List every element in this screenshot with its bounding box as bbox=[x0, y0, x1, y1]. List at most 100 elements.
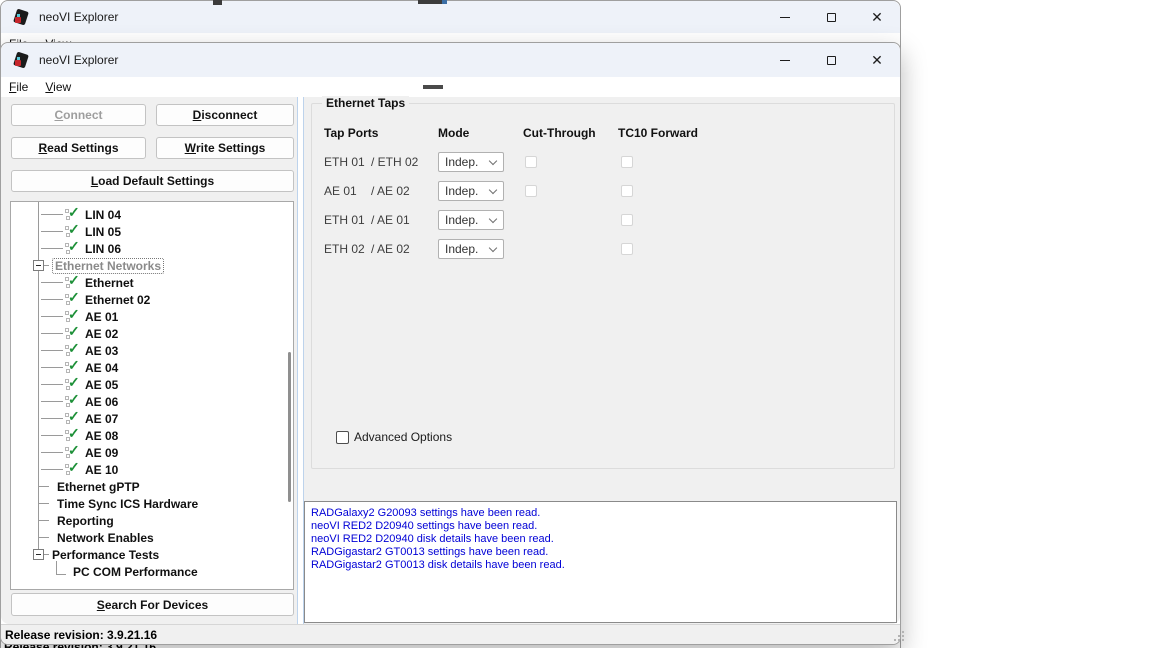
panel-splitter[interactable] bbox=[297, 97, 304, 624]
tc10-forward-checkbox[interactable] bbox=[621, 156, 633, 168]
tree-item-time-sync-ics-hardware[interactable]: Time Sync ICS Hardware bbox=[11, 495, 293, 512]
window-fragment bbox=[442, 0, 447, 4]
cut-through-checkbox[interactable] bbox=[525, 156, 537, 168]
collapse-minus-icon[interactable] bbox=[33, 549, 44, 560]
tree-item-lin-04[interactable]: ✓LIN 04 bbox=[11, 206, 293, 223]
network-enabled-check-icon: ✓ bbox=[65, 462, 82, 477]
tree-item-label: LIN 04 bbox=[85, 208, 121, 222]
app-icon bbox=[13, 9, 30, 26]
close-button[interactable]: ✕ bbox=[854, 43, 900, 77]
release-revision-text: Release revision: 3.9.21.16 bbox=[1, 628, 157, 642]
read-settings-button[interactable]: Read Settings bbox=[11, 137, 146, 159]
network-enabled-check-icon: ✓ bbox=[65, 292, 82, 307]
tree-item-ethernet-gptp[interactable]: Ethernet gPTP bbox=[11, 478, 293, 495]
tree-item-label: Performance Tests bbox=[52, 548, 159, 562]
tree-item-ae-02[interactable]: ✓AE 02 bbox=[11, 325, 293, 342]
minimize-button[interactable] bbox=[762, 43, 808, 77]
tree-item-label: AE 02 bbox=[85, 327, 118, 341]
mode-select[interactable]: Indep. bbox=[438, 210, 504, 230]
tap-ports-label: ETH 01/ AE 01 bbox=[324, 213, 410, 227]
tree-item-pc-com-performance[interactable]: PC COM Performance bbox=[11, 563, 293, 580]
tc10-forward-checkbox[interactable] bbox=[621, 243, 633, 255]
tree-item-ethernet-02[interactable]: ✓Ethernet 02 bbox=[11, 291, 293, 308]
tree-item-label: AE 10 bbox=[85, 463, 118, 477]
mode-select[interactable]: Indep. bbox=[438, 181, 504, 201]
tree-item-lin-05[interactable]: ✓LIN 05 bbox=[11, 223, 293, 240]
tree-item-label: Time Sync ICS Hardware bbox=[57, 497, 198, 511]
tree-item-lin-06[interactable]: ✓LIN 06 bbox=[11, 240, 293, 257]
groupbox-title: Ethernet Taps bbox=[322, 96, 409, 110]
tree-item-ethernet-networks[interactable]: Ethernet Networks bbox=[11, 257, 293, 274]
window-fragment bbox=[213, 0, 222, 5]
cut-through-checkbox[interactable] bbox=[525, 185, 537, 197]
load-default-settings-button[interactable]: Load Default Settings bbox=[11, 170, 294, 192]
tree-item-ae-08[interactable]: ✓AE 08 bbox=[11, 427, 293, 444]
tree-item-ae-10[interactable]: ✓AE 10 bbox=[11, 461, 293, 478]
back-titlebar: neoVI Explorer ✕ bbox=[1, 1, 900, 33]
tc10-forward-checkbox[interactable] bbox=[621, 214, 633, 226]
column-header-mode: Mode bbox=[438, 126, 469, 140]
status-bar: Release revision: 3.9.21.16 bbox=[1, 624, 900, 644]
tree-item-ae-05[interactable]: ✓AE 05 bbox=[11, 376, 293, 393]
tap-ports-label: ETH 02/ AE 02 bbox=[324, 242, 410, 256]
left-panel: Connect Disconnect Read Settings Write S… bbox=[1, 97, 297, 624]
tree-item-label: LIN 06 bbox=[85, 242, 121, 256]
advanced-options-checkbox[interactable] bbox=[336, 431, 349, 444]
tree-item-ae-03[interactable]: ✓AE 03 bbox=[11, 342, 293, 359]
mode-select[interactable]: Indep. bbox=[438, 152, 504, 172]
maximize-icon bbox=[827, 13, 836, 22]
tree-item-label: AE 08 bbox=[85, 429, 118, 443]
tap-row-2: AE 01/ AE 02 Indep. bbox=[312, 181, 894, 203]
column-header-cut-through: Cut-Through bbox=[523, 126, 596, 140]
tree-elbow-line bbox=[56, 561, 66, 575]
window-controls: ✕ bbox=[762, 43, 900, 77]
close-button[interactable]: ✕ bbox=[854, 1, 900, 33]
network-enabled-check-icon: ✓ bbox=[65, 411, 82, 426]
tree-item-ae-06[interactable]: ✓AE 06 bbox=[11, 393, 293, 410]
log-line: RADGigastar2 GT0013 settings have been r… bbox=[311, 546, 896, 559]
resize-grip-icon[interactable] bbox=[894, 639, 896, 641]
menu-file[interactable]: File bbox=[9, 80, 28, 94]
minimize-button[interactable] bbox=[762, 1, 808, 33]
search-for-devices-button[interactable]: Search For Devices bbox=[11, 593, 294, 616]
maximize-button[interactable] bbox=[808, 1, 854, 33]
network-enabled-check-icon: ✓ bbox=[65, 394, 82, 409]
menu-view[interactable]: View bbox=[45, 80, 71, 94]
tree-item-ae-01[interactable]: ✓AE 01 bbox=[11, 308, 293, 325]
titlebar[interactable]: neoVI Explorer ✕ bbox=[1, 43, 900, 77]
tree-item-label: Ethernet 02 bbox=[85, 293, 150, 307]
tap-row-4: ETH 02/ AE 02 Indep. bbox=[312, 239, 894, 261]
window-fragment bbox=[423, 85, 443, 89]
tree-item-ethernet[interactable]: ✓Ethernet bbox=[11, 274, 293, 291]
chevron-down-icon bbox=[489, 156, 497, 164]
network-enabled-check-icon: ✓ bbox=[65, 309, 82, 324]
tree-item-ae-04[interactable]: ✓AE 04 bbox=[11, 359, 293, 376]
menubar: File View bbox=[1, 77, 900, 97]
message-log[interactable]: RADGalaxy2 G20093 settings have been rea… bbox=[304, 501, 897, 623]
back-window-title: neoVI Explorer bbox=[39, 10, 118, 24]
mode-select[interactable]: Indep. bbox=[438, 239, 504, 259]
network-enabled-check-icon: ✓ bbox=[65, 360, 82, 375]
maximize-button[interactable] bbox=[808, 43, 854, 77]
tree-item-ae-07[interactable]: ✓AE 07 bbox=[11, 410, 293, 427]
ethernet-taps-groupbox: Ethernet Taps Tap Ports Mode Cut-Through… bbox=[311, 103, 895, 469]
device-tree[interactable]: ✓LIN 04✓LIN 05✓LIN 06Ethernet Networks✓E… bbox=[10, 201, 294, 590]
tap-ports-label: AE 01/ AE 02 bbox=[324, 184, 410, 198]
minimize-icon bbox=[780, 60, 790, 61]
tree-item-performance-tests[interactable]: Performance Tests bbox=[11, 546, 293, 563]
write-settings-button[interactable]: Write Settings bbox=[156, 137, 294, 159]
right-panel: Ethernet Taps Tap Ports Mode Cut-Through… bbox=[304, 97, 899, 624]
log-line: neoVI RED2 D20940 disk details have been… bbox=[311, 533, 896, 546]
tc10-forward-checkbox[interactable] bbox=[621, 185, 633, 197]
disconnect-button[interactable]: Disconnect bbox=[156, 104, 294, 126]
tree-item-network-enables[interactable]: Network Enables bbox=[11, 529, 293, 546]
tap-ports-label: ETH 01/ ETH 02 bbox=[324, 155, 418, 169]
tree-item-reporting[interactable]: Reporting bbox=[11, 512, 293, 529]
minimize-icon bbox=[780, 17, 790, 18]
connect-button[interactable]: Connect bbox=[11, 104, 146, 126]
app-icon bbox=[13, 52, 30, 69]
tree-item-label: AE 03 bbox=[85, 344, 118, 358]
collapse-minus-icon[interactable] bbox=[33, 260, 44, 271]
tap-row-1: ETH 01/ ETH 02 Indep. bbox=[312, 152, 894, 174]
tree-item-ae-09[interactable]: ✓AE 09 bbox=[11, 444, 293, 461]
